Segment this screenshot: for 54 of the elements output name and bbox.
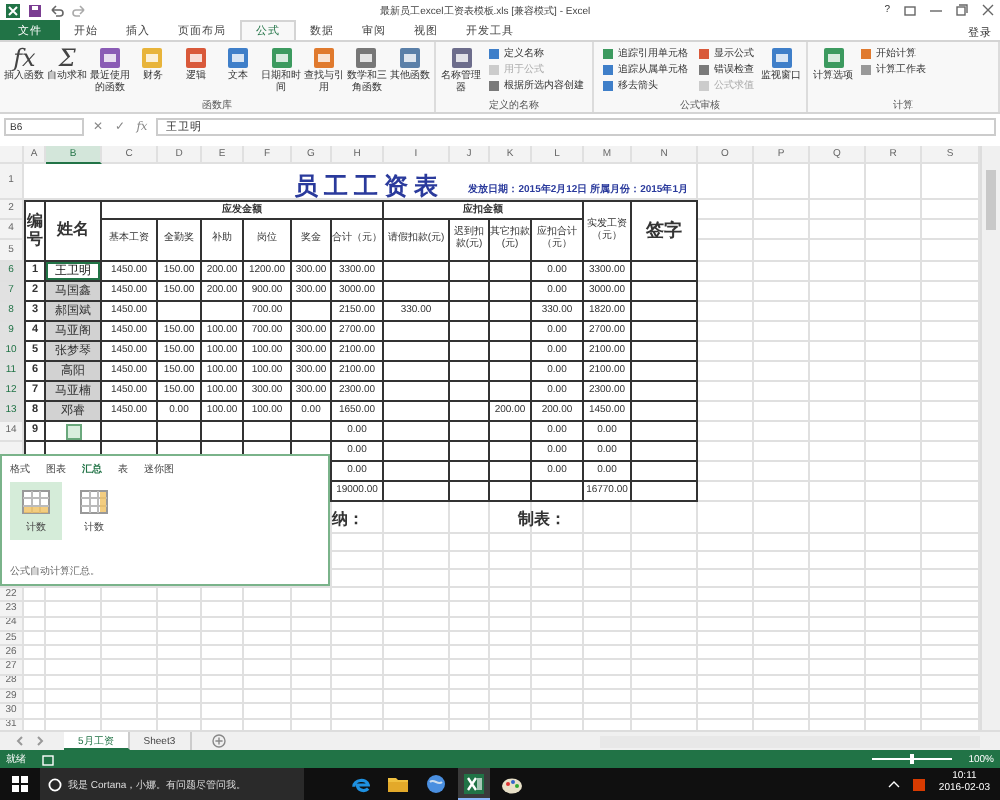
table-header: 签字 <box>632 200 698 262</box>
macro-icon[interactable] <box>42 753 54 765</box>
signature-label: 纳： <box>332 509 364 525</box>
tile-icon <box>140 46 165 70</box>
close-icon[interactable] <box>982 4 994 16</box>
signature-label: 制表： <box>515 509 566 525</box>
tile-icon <box>269 46 294 70</box>
globe-icon <box>426 774 446 794</box>
tile-icon <box>860 63 872 75</box>
tile-icon <box>860 47 872 59</box>
tile-icon <box>449 46 473 70</box>
table-icon <box>80 489 108 513</box>
tile-icon <box>488 47 500 59</box>
zoom-slider-thumb[interactable] <box>910 754 915 764</box>
tile-icon <box>98 46 123 70</box>
tile-icon <box>183 46 208 70</box>
tile-icon <box>698 79 710 91</box>
function-symbol: Σ <box>58 46 76 70</box>
save-icon[interactable] <box>28 3 42 17</box>
tile-icon <box>769 46 793 70</box>
tile-icon <box>488 79 500 91</box>
chevron-icon[interactable] <box>888 780 901 788</box>
tile-icon <box>698 63 710 75</box>
tile-icon <box>312 46 337 70</box>
tile-icon <box>488 63 500 75</box>
minimize-icon[interactable] <box>930 5 942 15</box>
sheet-title: 员工工资表 <box>294 173 445 197</box>
folder-icon <box>388 776 408 792</box>
notification-icon[interactable] <box>912 777 927 791</box>
tile-icon <box>602 47 614 59</box>
tile-icon <box>698 47 710 59</box>
restore-icon[interactable] <box>956 4 968 16</box>
add-sheet-icon[interactable] <box>211 734 226 748</box>
tile-icon <box>602 79 614 91</box>
windows-logo-icon[interactable] <box>12 776 28 792</box>
tile-icon <box>602 63 614 75</box>
spreadsheet-icon <box>464 773 484 793</box>
swirl-icon <box>351 775 369 793</box>
circle-icon <box>48 777 62 791</box>
tile-icon <box>397 46 422 70</box>
tile-icon <box>354 46 379 70</box>
tile-icon <box>821 46 845 70</box>
function-symbol: fx <box>13 46 36 70</box>
horizontal-scrollbar[interactable] <box>600 735 980 747</box>
table-header: 编号 <box>24 200 46 262</box>
quick-analysis-button[interactable] <box>65 423 81 439</box>
ribbon-display-icon[interactable] <box>904 5 916 15</box>
taskbar-button[interactable] <box>458 768 490 800</box>
undo-icon[interactable] <box>50 3 64 17</box>
scrollbar-thumb[interactable] <box>986 170 996 230</box>
palette-icon <box>502 775 522 793</box>
table-header: 姓名 <box>46 200 102 262</box>
tile-icon <box>226 46 251 70</box>
table-icon <box>22 489 50 513</box>
